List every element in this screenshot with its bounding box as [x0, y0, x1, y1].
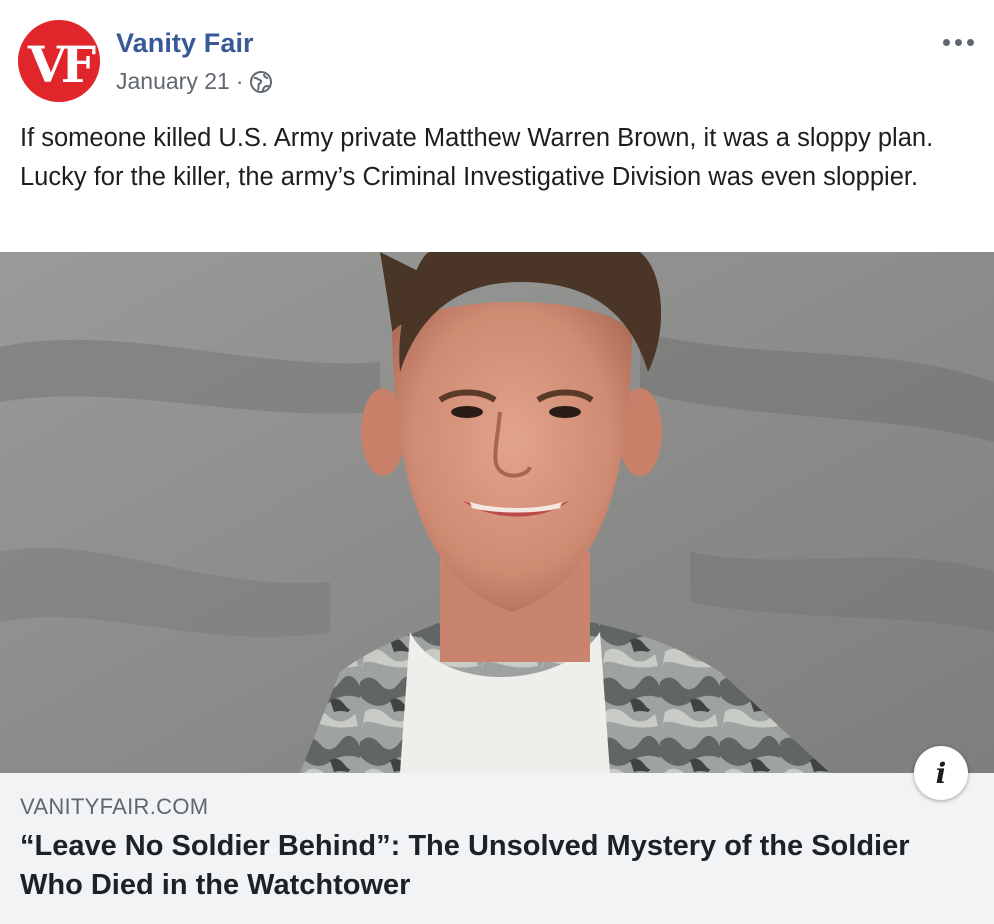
info-label: i — [935, 756, 947, 790]
info-icon[interactable]: i — [914, 746, 968, 800]
link-preview-image[interactable] — [0, 252, 994, 773]
facebook-post: VF Vanity Fair January 21 · If someone k… — [0, 0, 994, 924]
meta-separator: · — [235, 68, 244, 94]
link-title[interactable]: “Leave No Soldier Behind”: The Unsolved … — [20, 827, 920, 905]
post-message: If someone killed U.S. Army private Matt… — [20, 124, 934, 191]
post-header: VF Vanity Fair January 21 · — [18, 20, 978, 102]
more-options-icon[interactable] — [938, 30, 978, 54]
page-name-link[interactable]: Vanity Fair — [116, 28, 254, 59]
link-domain: VANITYFAIR.COM — [20, 794, 209, 819]
post-meta: January 21 · — [116, 68, 273, 95]
avatar-logo-text: VF — [27, 35, 96, 94]
avatar[interactable]: VF — [18, 20, 100, 102]
globe-icon[interactable] — [249, 70, 273, 94]
post-date-link[interactable]: January 21 — [116, 68, 230, 95]
link-preview-card[interactable]: VANITYFAIR.COM “Leave No Soldier Behind”… — [0, 773, 994, 924]
vf-logo: VF — [18, 20, 100, 102]
